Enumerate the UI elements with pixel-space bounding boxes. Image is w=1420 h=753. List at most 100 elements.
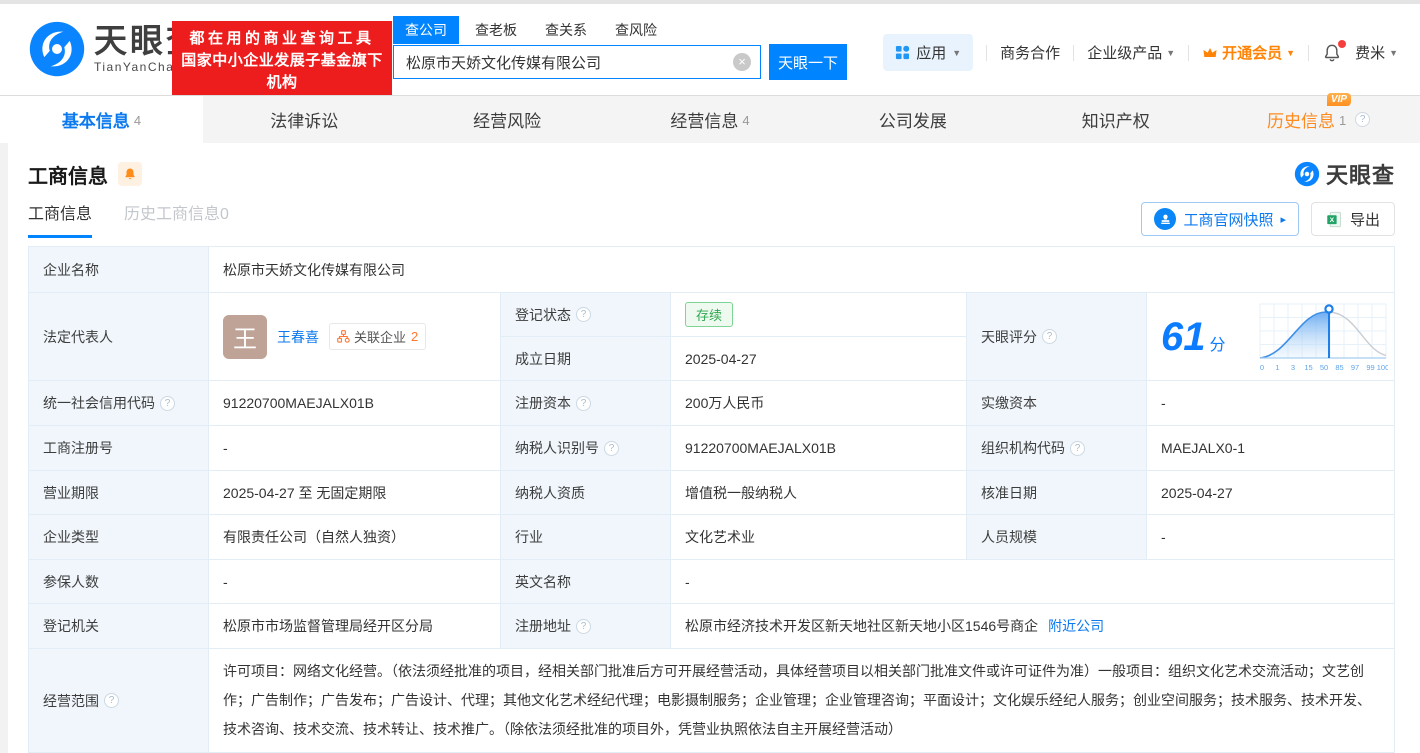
field-business-scope-label: 经营范围? <box>28 648 209 753</box>
help-icon[interactable]: ? <box>604 440 619 456</box>
legal-rep-avatar[interactable]: 王 <box>223 314 267 359</box>
field-reg-capital-label: 注册资本? <box>500 380 671 426</box>
page-left-edge <box>0 143 8 753</box>
help-icon[interactable]: ? <box>576 618 591 634</box>
nearby-companies-link[interactable]: 附近公司 <box>1048 618 1104 634</box>
subtab-business-info[interactable]: 工商信息 <box>28 200 93 238</box>
field-reg-authority-value: 松原市市场监督管理局经开区分局 <box>208 603 501 649</box>
username: 费米 <box>1355 45 1386 62</box>
field-org-code-value: MAEJALX0-1 <box>1146 425 1395 471</box>
search-input[interactable] <box>393 45 761 79</box>
watermark-logo: 天眼查 <box>1294 158 1395 190</box>
bell-icon <box>125 168 135 180</box>
field-reg-authority-label: 登记机关 <box>28 603 209 649</box>
help-icon[interactable]: ? <box>160 395 175 411</box>
score-chart: 0 1 3 15 50 85 97 99 100 <box>1259 303 1388 372</box>
tab-basic-info[interactable]: 基本信息 4 <box>0 96 203 143</box>
snapshot-button[interactable]: 工商官网快照 ▸ <box>1141 202 1299 236</box>
field-approval-date-label: 核准日期 <box>966 470 1147 515</box>
field-industry-value: 文化艺术业 <box>670 514 967 560</box>
tab-count: 1 <box>1338 113 1347 128</box>
help-icon[interactable]: ? <box>1042 329 1057 344</box>
subscribe-bell-button[interactable] <box>118 162 142 186</box>
search-tab-company[interactable]: 查公司 <box>393 16 459 44</box>
org-network-icon <box>337 330 350 343</box>
excel-icon: X <box>1327 211 1341 227</box>
field-credit-code-label: 统一社会信用代码? <box>28 380 209 426</box>
field-company-name-value: 松原市天娇文化传媒有限公司 <box>208 246 1395 293</box>
export-button[interactable]: X 导出 <box>1310 202 1395 236</box>
caret-down-icon: ▼ <box>1389 47 1398 58</box>
apps-menu[interactable]: 应用 ▼ <box>883 34 974 71</box>
field-reg-address-value: 松原市经济技术开发区新天地社区新天地小区1546号商企 附近公司 <box>670 603 1395 649</box>
legal-rep-name-link[interactable]: 王春喜 <box>277 327 319 347</box>
status-badge: 存续 <box>685 302 734 327</box>
tab-intellectual-property[interactable]: 知识产权 <box>1014 96 1217 143</box>
svg-text:97: 97 <box>1351 363 1359 372</box>
watermark-text: 天眼查 <box>1325 163 1395 188</box>
search-area: 查公司 查老板 查关系 查风险 × 天眼一下 <box>393 16 847 80</box>
score-value: 61 分 <box>1161 314 1226 359</box>
tab-operation-info[interactable]: 经营信息 4 <box>609 96 812 143</box>
help-icon[interactable]: ? <box>576 307 591 322</box>
caret-down-icon: ▼ <box>1286 47 1296 58</box>
tab-history-info[interactable]: 历史信息 VIP 1 ? <box>1217 93 1420 143</box>
search-button[interactable]: 天眼一下 <box>769 44 847 80</box>
main-tabs: 基本信息 4 法律诉讼 经营风险 经营信息 4 公司发展 知识产权 历史信息 V… <box>0 93 1420 143</box>
caret-down-icon: ▼ <box>952 47 962 58</box>
field-establish-date-label: 成立日期 <box>500 336 671 381</box>
divider <box>1308 44 1310 61</box>
field-establish-date-value: 2025-04-27 <box>670 336 967 381</box>
search-tab-relation[interactable]: 查关系 <box>545 16 587 44</box>
tab-legal-proceedings[interactable]: 法律诉讼 <box>203 96 406 143</box>
field-paid-capital-value: - <box>1146 380 1395 426</box>
field-reg-address-label: 注册地址? <box>500 603 671 649</box>
subtab-history-business-info[interactable]: 历史工商信息0 <box>124 200 229 238</box>
tab-count: 4 <box>742 113 750 128</box>
tab-count: 4 <box>133 113 142 128</box>
vip-button[interactable]: 开通会员 ▼ <box>1202 42 1295 63</box>
header-nav: 应用 ▼ 商务合作 企业级产品 ▼ 开通会员 ▼ 费米 ▼ <box>883 34 1398 71</box>
clear-icon[interactable]: × <box>733 53 751 71</box>
tab-label: 经营信息 <box>670 112 739 131</box>
apps-label: 应用 <box>916 45 947 62</box>
field-reg-number-value: - <box>208 425 501 471</box>
field-business-scope-value: 许可项目：网络文化经营。（依法须经批准的项目，经相关部门批准后方可开展经营活动，… <box>208 648 1395 753</box>
field-insured-count-value: - <box>208 559 501 604</box>
tab-operation-risk[interactable]: 经营风险 <box>406 96 609 143</box>
field-credit-code-value: 91220700MAEJALX01B <box>208 380 501 426</box>
arrow-right-icon: ▸ <box>1280 213 1286 226</box>
help-icon[interactable]: ? <box>1070 440 1085 456</box>
help-icon[interactable]: ? <box>1355 112 1371 127</box>
crown-icon <box>1203 47 1217 57</box>
field-org-code-label: 组织机构代码? <box>966 425 1147 471</box>
field-insured-count-label: 参保人数 <box>28 559 209 604</box>
related-companies-label: 关联企业 <box>354 330 407 345</box>
nav-cooperation[interactable]: 商务合作 <box>1000 42 1060 63</box>
field-taxpayer-id-label: 纳税人识别号? <box>500 425 671 471</box>
field-staff-size-label: 人员规模 <box>966 514 1147 560</box>
nav-enterprise[interactable]: 企业级产品 ▼ <box>1087 42 1175 63</box>
snapshot-label: 工商官网快照 <box>1183 211 1274 229</box>
promo-line1: 都在用的商业查询工具 <box>189 30 375 47</box>
vip-badge: VIP <box>1326 93 1351 106</box>
field-score-value: 61 分 0 1 3 15 50 85 97 99 100 <box>1146 292 1395 381</box>
site-header: 天眼查 TianYanCha.com 都在用的商业查询工具 国家中小企业发展子基… <box>0 4 1420 101</box>
business-info-table: 企业名称 松原市天娇文化传媒有限公司 法定代表人 王 王春喜 关联企业 2 登记… <box>28 246 1395 753</box>
field-reg-capital-value: 200万人民币 <box>670 380 967 426</box>
field-legal-rep-label: 法定代表人 <box>28 292 209 381</box>
help-icon[interactable]: ? <box>576 395 591 411</box>
user-menu[interactable]: 费米 ▼ <box>1355 42 1398 63</box>
tab-company-development[interactable]: 公司发展 <box>811 96 1014 143</box>
grid-icon <box>896 45 910 60</box>
search-tab-risk[interactable]: 查风险 <box>615 16 657 44</box>
field-english-name-value: - <box>670 559 1395 604</box>
help-icon[interactable]: ? <box>104 693 119 708</box>
promo-banner: 都在用的商业查询工具 国家中小企业发展子基金旗下机构 <box>172 21 392 101</box>
search-tab-boss[interactable]: 查老板 <box>475 16 517 44</box>
vip-label: 开通会员 <box>1222 45 1283 62</box>
notification-bell[interactable] <box>1322 39 1347 63</box>
subtab-bar: 工商信息 历史工商信息0 工商官网快照 ▸ X 导出 <box>28 200 1395 238</box>
tab-label: 基本信息 <box>61 112 130 131</box>
related-companies-badge[interactable]: 关联企业 2 <box>329 323 427 350</box>
